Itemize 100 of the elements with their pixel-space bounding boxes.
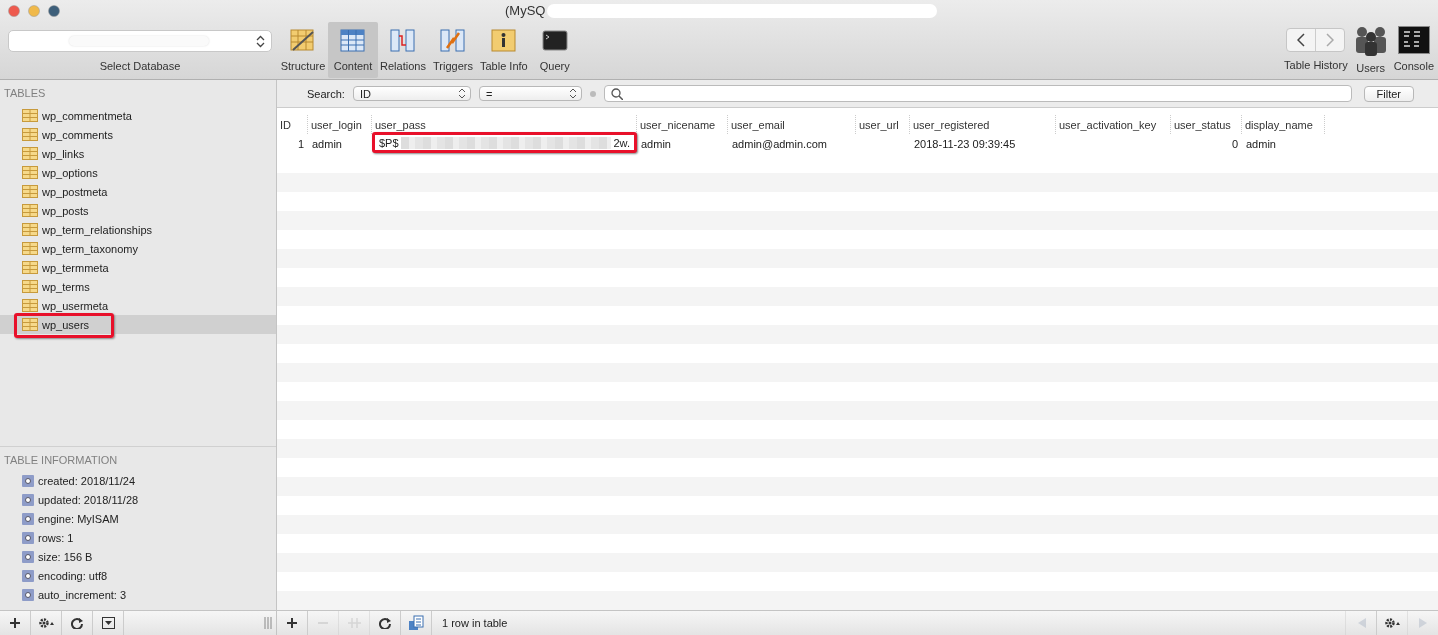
table-list-item[interactable]: wp_usermeta — [0, 296, 276, 315]
table-info-text: encoding: utf8 — [38, 569, 108, 582]
column-header[interactable]: ID — [277, 115, 308, 134]
window-title: (MySQ — [505, 3, 546, 18]
section-heading: TABLES — [4, 87, 46, 99]
table-info-text: auto_increment: 3 — [38, 588, 127, 601]
column-header[interactable]: display_name — [1242, 115, 1325, 134]
minimize-button[interactable] — [28, 5, 40, 17]
toolbar-button[interactable]: Table Info — [478, 22, 530, 78]
table-icon — [22, 318, 38, 331]
column-header[interactable]: user_registered — [910, 115, 1056, 134]
table-grid-icon — [340, 28, 366, 53]
column-header[interactable]: user_login — [308, 115, 372, 134]
bullet-icon — [22, 493, 34, 506]
table-icon — [22, 261, 38, 274]
table-icon — [22, 185, 38, 198]
table-list-item[interactable]: wp_postmeta — [0, 182, 276, 201]
stepper-arrows-icon — [457, 88, 466, 99]
table-cell-text: 0 — [1230, 136, 1239, 152]
table-cell-text: 1 — [296, 136, 305, 152]
table-info-text: engine: MyISAM — [38, 512, 119, 525]
table-icon — [22, 204, 38, 217]
table-list-item[interactable]: wp_links — [0, 144, 276, 163]
table-icon — [22, 242, 38, 255]
table-cell-text: admin — [640, 136, 672, 152]
chevron-right-icon — [1326, 33, 1335, 47]
table-icon — [22, 166, 38, 179]
gear-icon — [37, 617, 55, 629]
table-list-item[interactable]: wp_termmeta — [0, 258, 276, 277]
table-list-item[interactable]: wp_term_taxonomy — [0, 239, 276, 258]
terminal-icon — [541, 28, 568, 53]
refresh-icon — [70, 617, 84, 629]
plus-icon — [9, 617, 21, 629]
search-field[interactable] — [603, 85, 1352, 102]
zoom-button[interactable] — [48, 5, 60, 17]
filter-button[interactable]: Filter — [1363, 85, 1414, 102]
table-icon — [22, 147, 38, 160]
plus-icon — [286, 617, 298, 629]
column-header[interactable]: user_email — [728, 115, 856, 134]
field-select[interactable]: ID — [352, 86, 471, 101]
double-plus-icon — [347, 617, 361, 629]
toolbar-button[interactable]: Relations — [378, 22, 428, 78]
chevron-left-icon — [1297, 33, 1306, 47]
row-count-status: 1 row in table — [442, 617, 508, 629]
column-header[interactable]: user_activation_key — [1056, 115, 1171, 134]
people-icon — [1353, 26, 1388, 56]
table-info-text: size: 156 B — [38, 550, 93, 563]
table-icon — [22, 223, 38, 236]
table-list-item[interactable]: wp_options — [0, 163, 276, 182]
table-cell-text: 2018-11-23 09:39:45 — [913, 136, 1017, 152]
table-icon — [22, 109, 38, 122]
search-icon — [610, 87, 623, 100]
dropdown-icon — [101, 617, 115, 629]
toolbar-button[interactable]: Triggers — [428, 22, 478, 78]
table-info-text: updated: 2018/11/28 — [38, 493, 139, 506]
documents-icon — [408, 615, 424, 631]
bullet-icon — [22, 569, 34, 582]
table-icon — [22, 280, 38, 293]
table-icon — [22, 299, 38, 312]
section-heading: TABLE INFORMATION — [4, 454, 118, 466]
toolbar-button[interactable]: Content — [328, 22, 378, 78]
select-database-label: Select Database — [99, 60, 181, 72]
toolbar-button[interactable]: Query — [529, 22, 580, 78]
table-info-text: rows: 1 — [38, 531, 74, 544]
operator-select[interactable]: = — [478, 86, 582, 101]
table-cell-text: 2w. — [613, 136, 630, 149]
console-off-icon — [1397, 26, 1430, 54]
info-icon — [490, 28, 517, 53]
refresh-icon — [378, 617, 392, 629]
users-button[interactable]: Users — [1353, 22, 1388, 74]
toolbar-button[interactable]: Structure — [278, 22, 328, 78]
linked-columns-icon — [390, 28, 416, 53]
column-header[interactable]: user_url — [856, 115, 910, 134]
table-history-label: Table History — [1284, 59, 1348, 71]
bullet-icon — [22, 474, 34, 487]
table-list-item[interactable]: wp_commentmeta — [0, 106, 276, 125]
column-header[interactable]: user_nicename — [637, 115, 728, 134]
table-icon — [22, 128, 38, 141]
table-cell-text: admin — [311, 136, 343, 152]
search-label: Search: — [307, 87, 345, 100]
database-select[interactable] — [8, 30, 272, 52]
table-pencil-icon — [290, 28, 316, 53]
table-list-item[interactable]: wp_term_relationships — [0, 220, 276, 239]
column-header[interactable]: user_status — [1171, 115, 1242, 134]
bullet-icon — [22, 550, 34, 563]
table-list-item[interactable]: wp_posts — [0, 201, 276, 220]
table-list-item[interactable]: wp_comments — [0, 125, 276, 144]
lightning-columns-icon — [440, 28, 466, 53]
bullet-icon — [22, 531, 34, 544]
table-cell-text: admin@admin.com — [731, 136, 828, 152]
close-button[interactable] — [8, 5, 20, 17]
table-cell-text: admin — [1245, 136, 1277, 152]
bullet-icon — [22, 512, 34, 525]
right-triangle-icon — [1417, 617, 1429, 629]
bullet-icon — [22, 588, 34, 601]
table-list-item[interactable]: wp_terms — [0, 277, 276, 296]
console-button[interactable]: Console — [1393, 22, 1434, 72]
dot-icon — [589, 90, 596, 97]
resize-grip-icon — [264, 617, 272, 629]
table-info-text: created: 2018/11/24 — [38, 474, 136, 487]
